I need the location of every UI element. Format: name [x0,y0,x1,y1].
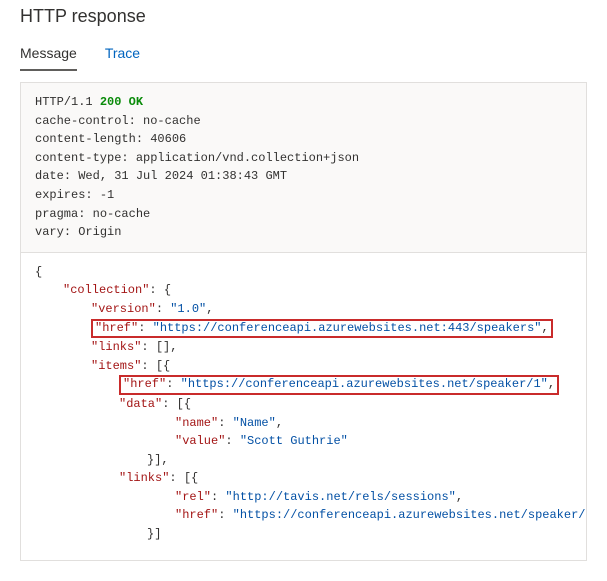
http-status: 200 OK [100,95,143,109]
json-val-rel: "http://tavis.net/rels/sessions" [225,490,455,504]
hdr-expires: expires: -1 [35,188,114,202]
response-body-box: { "collection": { "version": "1.0", "hre… [20,253,587,561]
highlight-collection-href: "href": "https://conferenceapi.azurewebs… [91,319,553,339]
page-title: HTTP response [20,6,587,27]
json-key-data: "data" [119,397,162,411]
json-key-items: "items" [91,359,141,373]
response-headers-box: HTTP/1.1 200 OK cache-control: no-cache … [20,82,587,253]
json-key-links-inner: "links" [119,471,169,485]
json-key-links: "links" [91,340,141,354]
tab-trace[interactable]: Trace [105,39,140,71]
json-key-version: "version" [91,302,156,316]
hdr-pragma: pragma: no-cache [35,207,150,221]
json-val-link-href: "https://conferenceapi.azurewebsites.net… [233,508,587,522]
hdr-content-length: content-length: 40606 [35,132,186,146]
json-key-collection: "collection" [63,283,149,297]
hdr-date: date: Wed, 31 Jul 2024 01:38:43 GMT [35,169,287,183]
json-val-version: "1.0" [170,302,206,316]
hdr-cache-control: cache-control: no-cache [35,114,201,128]
http-response-panel: HTTP response Message Trace HTTP/1.1 200… [0,6,607,581]
hdr-vary: vary: Origin [35,225,121,239]
http-protocol: HTTP/1.1 [35,95,93,109]
json-val-value: "Scott Guthrie" [240,434,348,448]
json-key-rel: "rel" [175,490,211,504]
json-key-name: "name" [175,416,218,430]
tab-bar: Message Trace [20,39,587,72]
highlight-item-href: "href": "https://conferenceapi.azurewebs… [119,375,559,395]
json-val-name: "Name" [233,416,276,430]
hdr-content-type: content-type: application/vnd.collection… [35,151,359,165]
json-key-value: "value" [175,434,225,448]
json-key-link-href: "href" [175,508,218,522]
tab-message[interactable]: Message [20,39,77,71]
